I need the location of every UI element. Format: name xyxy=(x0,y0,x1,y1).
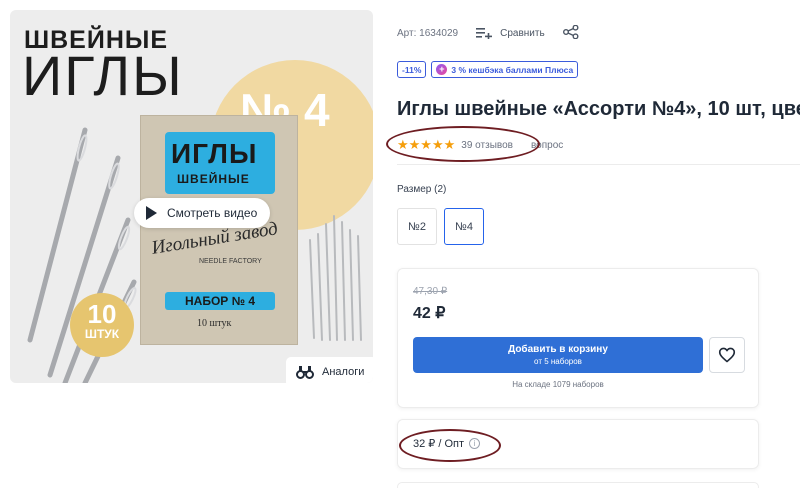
price-card: 47,30 ₽ 42 ₽ Добавить в корзину от 5 наб… xyxy=(397,268,759,408)
quantity-badge-number: 10 xyxy=(87,299,117,329)
package-subtitle: ШВЕЙНЫЕ xyxy=(177,172,250,186)
promo-badges: -11% + 3 % кешбэка баллами Плюса xyxy=(397,61,579,78)
package-factory: NEEDLE FACTORY xyxy=(199,258,262,265)
article-number: Арт: 1634029 xyxy=(397,27,459,39)
add-to-cart-min-qty: от 5 наборов xyxy=(534,357,582,366)
old-price: 47,30 ₽ xyxy=(413,286,448,297)
analogs-button[interactable]: Аналоги xyxy=(286,357,373,383)
cashback-label: 3 % кешбэка баллами Плюса xyxy=(451,64,574,75)
current-price: 42 ₽ xyxy=(413,305,446,322)
compare-button[interactable]: Сравнить xyxy=(476,27,545,39)
plus-icon: + xyxy=(436,64,448,75)
meta-row: Арт: 1634029 Сравнить xyxy=(397,23,579,43)
watch-video-label: Смотреть видео xyxy=(167,206,258,220)
product-title: Иглы швейные «Ассорти №4», 10 шт, цвет с… xyxy=(397,98,800,120)
add-to-cart-button[interactable]: Добавить в корзину от 5 наборов xyxy=(413,337,703,373)
package-title: ИГЛЫ xyxy=(171,138,258,169)
quantity-badge-unit: ШТУК xyxy=(84,327,120,341)
package-count: 10 штук xyxy=(197,318,232,329)
size-option-2[interactable]: №2 xyxy=(397,208,437,245)
share-icon xyxy=(562,24,579,39)
stock-info: На складе 1079 наборов xyxy=(512,380,604,389)
watch-video-button[interactable]: Смотреть видео xyxy=(134,198,270,228)
divider xyxy=(397,164,800,165)
cashback-badge[interactable]: + 3 % кешбэка баллами Плюса xyxy=(431,61,579,78)
compare-list-icon xyxy=(476,28,493,39)
discount-badge: -11% xyxy=(397,61,427,78)
analogs-label: Аналоги xyxy=(322,366,365,378)
compare-label: Сравнить xyxy=(500,27,545,39)
size-label: Размер (2) xyxy=(397,184,447,195)
heart-icon xyxy=(718,347,736,363)
annotation-circle-wholesale xyxy=(399,429,501,462)
quantity-badge: 10 ШТУК xyxy=(70,293,134,357)
package-label: ИГЛЫ ШВЕЙНЫЕ xyxy=(165,132,275,194)
share-button[interactable] xyxy=(562,24,579,42)
needle-package: ИГЛЫ ШВЕЙНЫЕ Игольный завод NEEDLE FACTO… xyxy=(140,115,298,345)
favorite-button[interactable] xyxy=(709,337,745,373)
package-set: НАБОР № 4 xyxy=(165,292,275,310)
product-image[interactable]: № 4 ШВЕЙНЫЕ ИГЛЫ ИГЛЫ ШВЕЙНЫЕ Игольный з… xyxy=(10,10,373,383)
annotation-circle-rating xyxy=(386,126,540,162)
play-icon xyxy=(146,206,157,220)
add-to-cart-label: Добавить в корзину xyxy=(508,344,608,355)
size-option-4[interactable]: №4 xyxy=(444,208,484,245)
next-card xyxy=(397,482,759,488)
binoculars-icon xyxy=(296,366,314,379)
